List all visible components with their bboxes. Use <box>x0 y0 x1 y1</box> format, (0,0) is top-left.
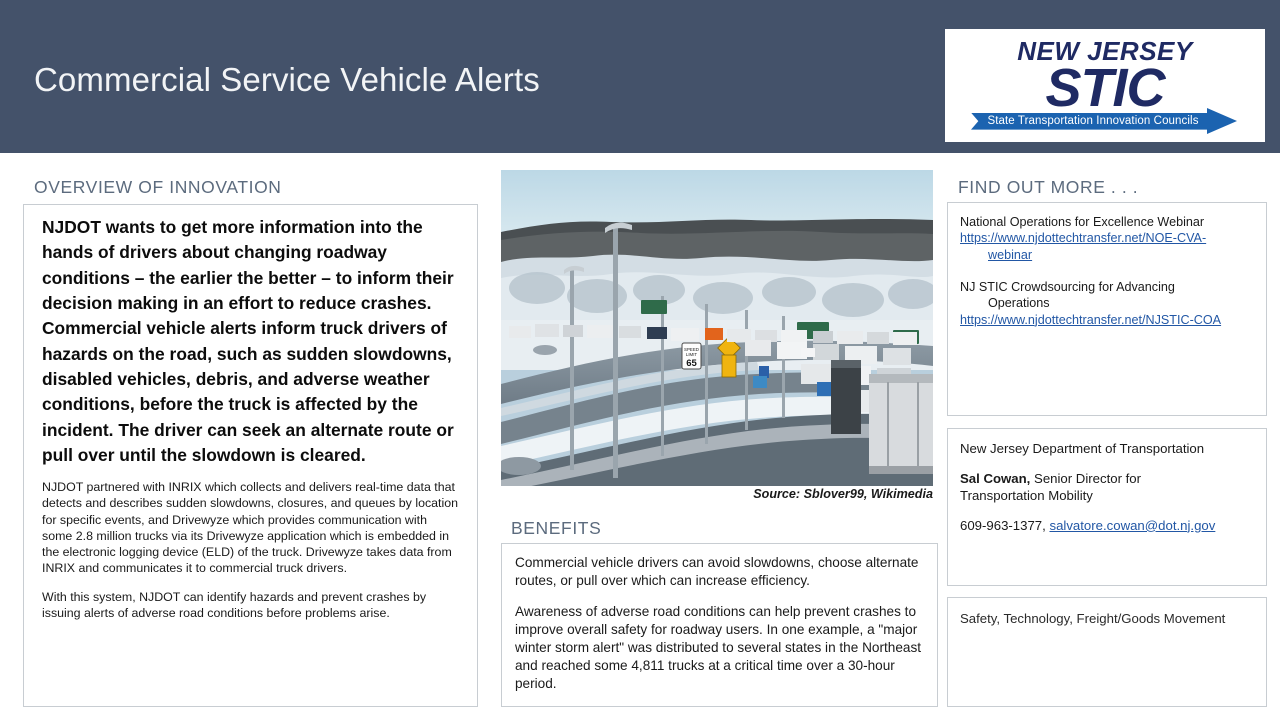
benefits-paragraph-2: Awareness of adverse road conditions can… <box>515 603 922 691</box>
overview-paragraph-2: With this system, NJDOT can identify haz… <box>42 590 427 621</box>
overview-lead-text: NJDOT wants to get more information into… <box>42 217 454 465</box>
find-out-more-heading: FIND OUT MORE . . . <box>958 177 1139 197</box>
nj-stic-logo: NEW JERSEY STIC State Transportation Inn… <box>945 29 1265 142</box>
resource-1-label: National Operations for Excellence Webin… <box>960 215 1205 229</box>
svg-text:LIMIT: LIMIT <box>686 352 698 357</box>
overview-heading: OVERVIEW OF INNOVATION <box>34 177 282 197</box>
svg-text:65: 65 <box>686 358 697 369</box>
tags-panel: Safety, Technology, Freight/Goods Moveme… <box>947 597 1267 707</box>
contact-agency: New Jersey Department of Transportation <box>960 441 1205 456</box>
photo-illustration: SPEED LIMIT 65 <box>501 170 933 486</box>
resource-2-link[interactable]: https://www.njdottechtransfer.net/NJSTIC… <box>960 313 1221 327</box>
highway-winter-photo: SPEED LIMIT 65 <box>501 170 933 486</box>
page-title: Commercial Service Vehicle Alerts <box>34 61 540 98</box>
contact-person: Sal Cowan, Senior Director for <box>948 471 1266 488</box>
benefits-heading: BENEFITS <box>511 518 602 538</box>
contact-title-line-2: Transportation Mobility <box>960 487 1093 503</box>
contact-phone-email: 609-963-1377, salvatore.cowan@dot.nj.gov <box>948 518 1266 535</box>
contact-title-line-1: Senior Director for <box>1030 470 1142 486</box>
overview-panel: NJDOT wants to get more information into… <box>23 204 478 707</box>
resource-2-label-continued: Operations <box>988 296 1050 311</box>
resource-1-link-continued[interactable]: webinar <box>988 248 1032 262</box>
contact-phone: 609-963-1377, <box>960 517 1050 533</box>
resource-item-1: National Operations for Excellence Webin… <box>948 203 1266 263</box>
logo-arrow-banner: State Transportation Innovation Councils <box>971 107 1239 134</box>
photo-caption: Source: Sblover99, Wikimedia <box>753 487 933 501</box>
contact-panel: New Jersey Department of Transportation … <box>947 428 1267 586</box>
resource-item-2: NJ STIC Crowdsourcing for Advancing Oper… <box>948 279 1266 328</box>
benefits-paragraph-1: Commercial vehicle drivers can avoid slo… <box>515 555 919 588</box>
resource-2-label: NJ STIC Crowdsourcing for Advancing <box>960 280 1175 295</box>
tags-text: Safety, Technology, Freight/Goods Moveme… <box>960 611 1226 626</box>
logo-banner-text: State Transportation Innovation Councils <box>987 114 1199 127</box>
resource-1-link[interactable]: https://www.njdottechtransfer.net/NOE-CV… <box>960 231 1206 245</box>
contact-email-link[interactable]: salvatore.cowan@dot.nj.gov <box>1049 518 1215 533</box>
logo-stic-text: STIC <box>1045 58 1165 119</box>
find-out-more-panel: National Operations for Excellence Webin… <box>947 202 1267 416</box>
benefits-panel: Commercial vehicle drivers can avoid slo… <box>501 543 938 707</box>
overview-paragraph-1: NJDOT partnered with INRIX which collect… <box>42 480 459 576</box>
speed-limit-sign: SPEED LIMIT 65 <box>681 342 702 370</box>
slide-root: Commercial Service Vehicle Alerts NEW JE… <box>0 0 1280 720</box>
contact-name: Sal Cowan, <box>960 470 1031 486</box>
